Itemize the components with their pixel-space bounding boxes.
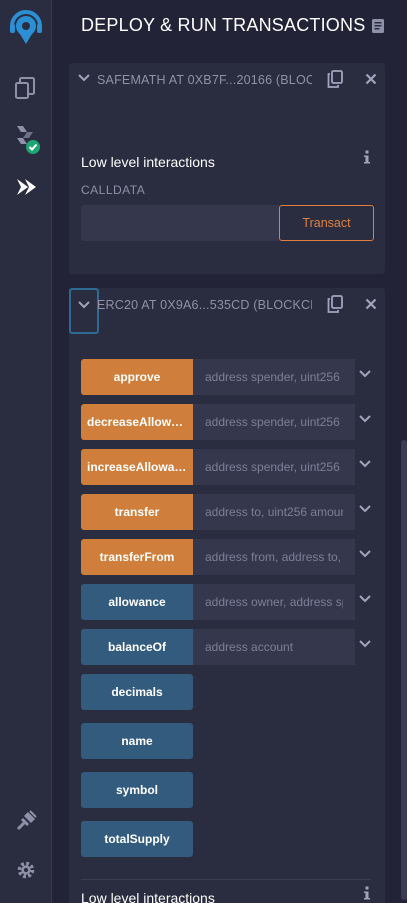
chevron-down-icon[interactable]: [359, 505, 371, 513]
increase-allowance-args-input[interactable]: [193, 449, 355, 485]
collapse-toggle[interactable]: [69, 288, 99, 334]
function-row-approve: approve: [81, 359, 381, 395]
chevron-down-icon[interactable]: [359, 415, 371, 423]
solidity-compiler-icon[interactable]: [8, 120, 44, 156]
calldata-label: CALLDATA: [81, 183, 146, 197]
chevron-down-icon[interactable]: [359, 640, 371, 648]
chevron-down-icon: [78, 74, 90, 82]
allowance-button[interactable]: allowance: [81, 584, 193, 620]
balance-of-args-input[interactable]: [193, 629, 355, 665]
function-row-transferfrom: transferFrom: [81, 539, 381, 575]
deployed-instance-erc20: ERC20 AT 0X9A6...535CD (BLOCKCHAIN) appr…: [69, 288, 385, 903]
settings-icon[interactable]: [8, 852, 44, 888]
chevron-down-icon[interactable]: [359, 460, 371, 468]
documentation-icon[interactable]: [371, 18, 385, 39]
collapse-toggle[interactable]: [69, 63, 99, 109]
plugin-manager-icon[interactable]: [8, 803, 44, 839]
approve-button[interactable]: approve: [81, 359, 193, 395]
scrollbar[interactable]: [401, 440, 407, 900]
instance-name: SAFEMATH AT 0XB7F...20166 (BLOCKCHAIN): [97, 73, 312, 87]
name-button[interactable]: name: [81, 723, 193, 759]
approve-args-input[interactable]: [193, 359, 355, 395]
decimals-button[interactable]: decimals: [81, 674, 193, 710]
divider: [81, 879, 371, 880]
copy-icon[interactable]: [327, 295, 343, 318]
chevron-down-icon[interactable]: [359, 595, 371, 603]
chevron-down-icon: [78, 301, 90, 309]
deployed-instance-safemath: SAFEMATH AT 0XB7F...20166 (BLOCKCHAIN) L…: [69, 63, 385, 274]
file-explorer-icon[interactable]: [8, 70, 44, 106]
low-level-interactions-title: Low level interactions: [81, 890, 215, 903]
transfer-from-args-input[interactable]: [193, 539, 355, 575]
instance-header[interactable]: SAFEMATH AT 0XB7F...20166 (BLOCKCHAIN): [69, 63, 385, 97]
icon-sidebar: [0, 0, 52, 903]
function-row-decreaseallowance: decreaseAllowance: [81, 404, 381, 440]
function-row-increaseallowance: increaseAllowance: [81, 449, 381, 485]
calldata-input[interactable]: [81, 205, 279, 241]
chevron-down-icon[interactable]: [359, 370, 371, 378]
function-row-allowance: allowance: [81, 584, 381, 620]
copy-icon[interactable]: [327, 70, 343, 93]
transact-button[interactable]: Transact: [279, 205, 374, 241]
instance-header[interactable]: ERC20 AT 0X9A6...535CD (BLOCKCHAIN): [69, 288, 385, 334]
close-icon[interactable]: [365, 297, 377, 315]
deploy-run-icon[interactable]: [8, 169, 44, 205]
transfer-from-button[interactable]: transferFrom: [81, 539, 193, 575]
total-supply-button[interactable]: totalSupply: [81, 821, 193, 857]
close-icon[interactable]: [365, 72, 377, 90]
function-row-decimals: decimals: [81, 674, 381, 710]
info-icon[interactable]: [363, 150, 371, 169]
function-row-totalsupply: totalSupply: [81, 821, 381, 857]
decrease-allowance-button[interactable]: decreaseAllowance: [81, 404, 193, 440]
info-icon[interactable]: [363, 886, 371, 903]
allowance-args-input[interactable]: [193, 584, 355, 620]
function-row-symbol: symbol: [81, 772, 381, 808]
symbol-button[interactable]: symbol: [81, 772, 193, 808]
decrease-allowance-args-input[interactable]: [193, 404, 355, 440]
remix-logo-icon[interactable]: [6, 8, 46, 48]
deploy-run-panel: DEPLOY & RUN TRANSACTIONS SAFEMATH AT 0X…: [53, 0, 407, 903]
page-title: DEPLOY & RUN TRANSACTIONS: [81, 15, 366, 35]
function-row-balanceof: balanceOf: [81, 629, 381, 665]
instance-name: ERC20 AT 0X9A6...535CD (BLOCKCHAIN): [97, 298, 312, 312]
function-row-name: name: [81, 723, 381, 759]
transfer-args-input[interactable]: [193, 494, 355, 530]
function-row-transfer: transfer: [81, 494, 381, 530]
transfer-button[interactable]: transfer: [81, 494, 193, 530]
increase-allowance-button[interactable]: increaseAllowance: [81, 449, 193, 485]
chevron-down-icon[interactable]: [359, 550, 371, 558]
balance-of-button[interactable]: balanceOf: [81, 629, 193, 665]
low-level-interactions-title: Low level interactions: [81, 154, 215, 170]
